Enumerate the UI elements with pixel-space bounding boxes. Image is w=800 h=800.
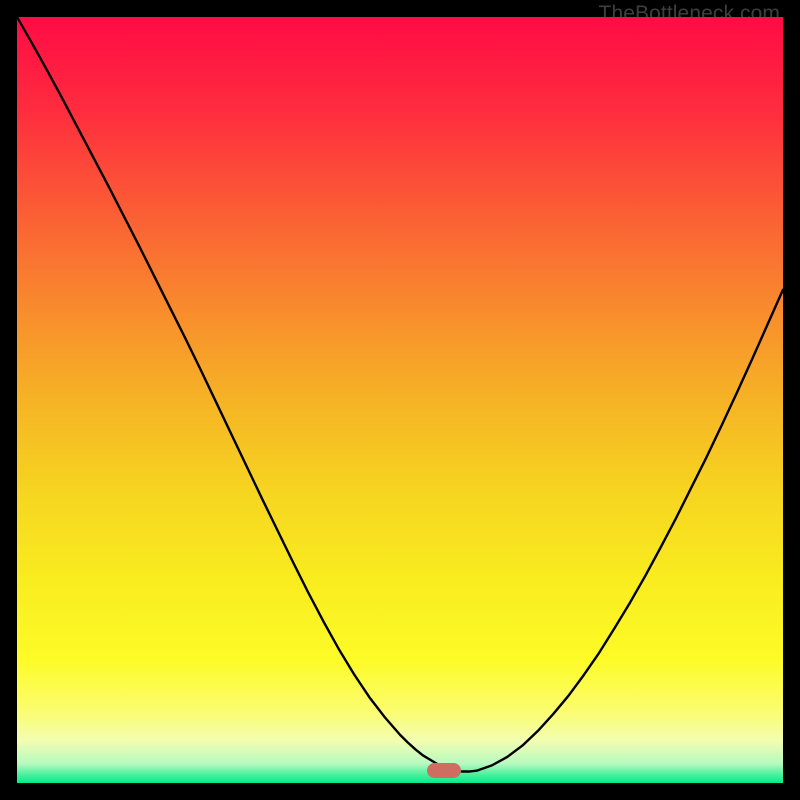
optimal-point-marker: [427, 763, 461, 778]
bottleneck-curve: [17, 17, 783, 783]
chart-stage: TheBottleneck.com: [0, 0, 800, 800]
plot-area: [17, 17, 783, 783]
